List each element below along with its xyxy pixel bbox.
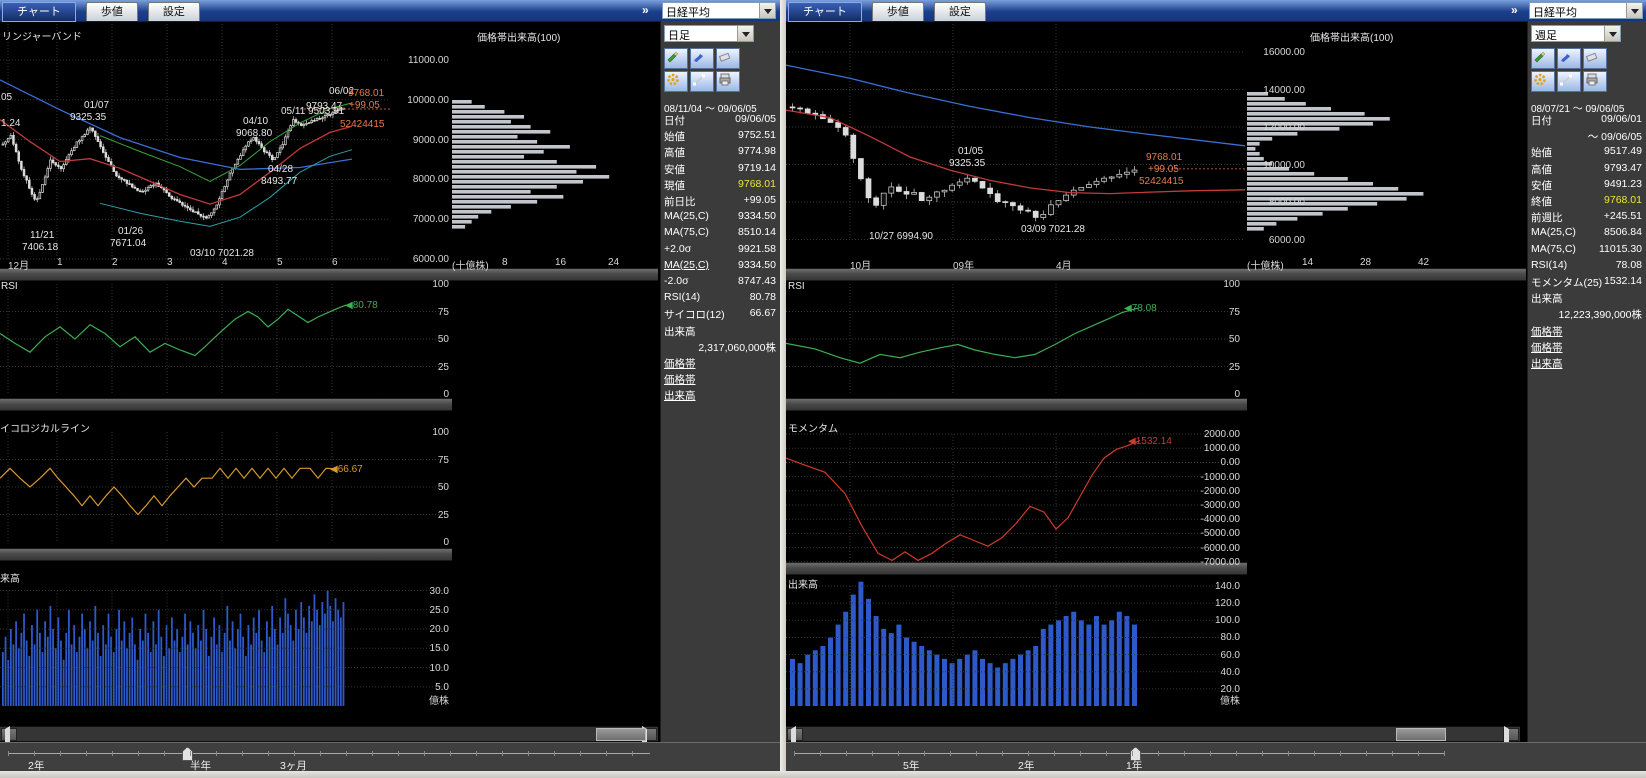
candlesticks	[2, 106, 344, 220]
volume-bars	[2, 591, 344, 707]
volume-bars	[790, 582, 1137, 706]
right-window-charts	[786, 24, 1423, 706]
volume-profile-bars	[452, 100, 609, 229]
trading-chart-app: チャート歩値設定 » 日経平均 チャート歩値設定 » 日経平均 日	[0, 0, 1646, 778]
left-window-charts	[0, 24, 609, 706]
volume-profile-bars	[1247, 92, 1423, 231]
candlesticks	[790, 103, 1137, 221]
charts-canvas	[0, 0, 1646, 778]
